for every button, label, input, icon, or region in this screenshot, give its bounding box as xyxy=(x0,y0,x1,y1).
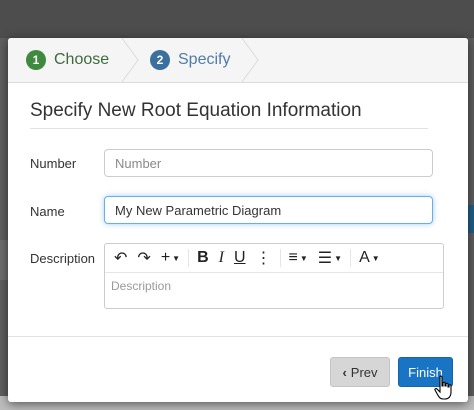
list-dropdown[interactable]: ☰ ▼ xyxy=(313,244,347,272)
number-input[interactable] xyxy=(104,149,433,177)
description-editor: ↶ ↷ + ▼ B I U ⋮ ≡ ▼ ☰ ▼ A ▼ Description xyxy=(104,243,444,309)
background-app-header xyxy=(0,0,474,38)
step-number-badge: 1 xyxy=(26,50,46,70)
caret-down-icon: ▼ xyxy=(172,253,181,263)
step-separator-chevron xyxy=(121,38,139,82)
more-options-icon[interactable]: ⋮ xyxy=(251,244,277,272)
caret-down-icon: ▼ xyxy=(334,253,343,263)
italic-button[interactable]: I xyxy=(214,244,229,272)
name-label: Name xyxy=(30,204,65,219)
font-dropdown[interactable]: A ▼ xyxy=(354,244,385,272)
dialog-title: Specify New Root Equation Information xyxy=(30,100,362,121)
description-label: Description xyxy=(30,251,96,266)
align-dropdown[interactable]: ≡ ▼ xyxy=(284,244,313,272)
description-textarea[interactable]: Description xyxy=(105,273,443,299)
underline-button[interactable]: U xyxy=(229,244,251,272)
bold-button[interactable]: B xyxy=(192,244,214,272)
align-left-icon: ≡ xyxy=(288,249,298,266)
prev-button-label: Prev xyxy=(350,364,378,380)
redo-icon[interactable]: ↷ xyxy=(132,244,155,272)
editor-toolbar: ↶ ↷ + ▼ B I U ⋮ ≡ ▼ ☰ ▼ A ▼ xyxy=(105,244,443,273)
number-label: Number xyxy=(30,156,77,171)
step-label: Specify xyxy=(178,51,231,68)
chevron-left-icon: ‹ xyxy=(342,364,347,380)
toolbar-divider xyxy=(188,249,190,267)
name-input[interactable] xyxy=(104,196,433,224)
step-separator-chevron xyxy=(241,38,259,82)
step-number-badge: 2 xyxy=(150,50,170,70)
step-label: Choose xyxy=(54,51,110,68)
insert-dropdown[interactable]: + ▼ xyxy=(156,244,185,272)
wizard-steps: 1 Choose 2 Specify xyxy=(8,38,468,83)
bullet-list-icon: ☰ xyxy=(317,250,333,267)
undo-icon[interactable]: ↶ xyxy=(109,244,132,272)
title-divider xyxy=(30,128,428,129)
wizard-step-specify[interactable]: 2 Specify xyxy=(150,38,230,82)
plus-icon: + xyxy=(160,249,171,266)
caret-down-icon: ▼ xyxy=(299,253,308,263)
footer-divider xyxy=(8,336,468,337)
wizard-step-choose[interactable]: 1 Choose xyxy=(26,38,109,82)
toolbar-divider xyxy=(279,249,281,267)
background-panel-edge xyxy=(0,240,8,280)
new-root-equation-dialog: 1 Choose 2 Specify Specify New Root Equa… xyxy=(8,38,468,402)
hand-pointer-cursor-icon xyxy=(434,375,452,400)
toolbar-divider xyxy=(350,249,352,267)
font-icon: A xyxy=(359,249,370,266)
caret-down-icon: ▼ xyxy=(371,253,380,263)
prev-button[interactable]: ‹ Prev xyxy=(330,357,390,387)
